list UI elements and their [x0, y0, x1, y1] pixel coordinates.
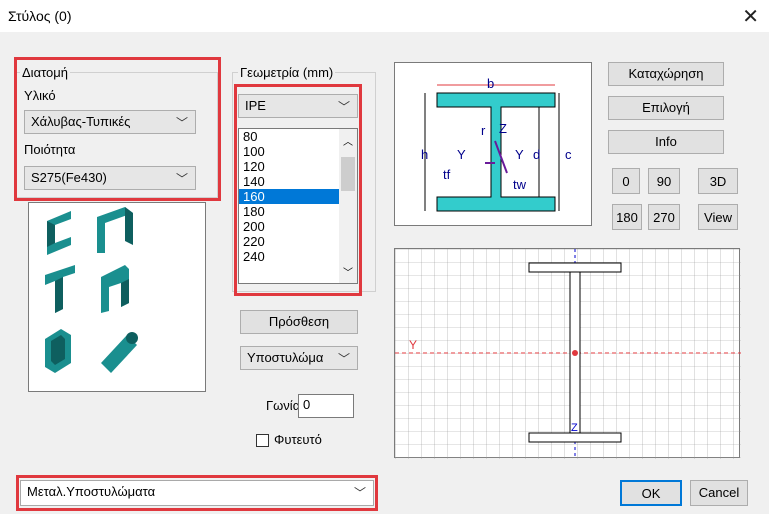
view-3d-button[interactable]: 3D: [698, 168, 738, 194]
info-button[interactable]: Info: [608, 130, 724, 154]
dim-b: b: [487, 76, 494, 91]
axis-y-left: Y: [457, 147, 466, 162]
chevron-down-icon: ﹀: [337, 352, 350, 366]
geometry-group-title: Γεωμετρία (mm): [238, 65, 336, 80]
angle-label: Γωνία: [266, 398, 301, 413]
pipe-section-icon[interactable]: [101, 332, 138, 373]
planted-checkbox[interactable]: [256, 434, 269, 447]
type-select[interactable]: Υποστυλώμα ﹀: [240, 346, 358, 370]
preview-panel: Y Z: [394, 248, 741, 459]
shape-icons: [45, 207, 138, 373]
dim-d: d: [533, 147, 540, 162]
dim-tw: tw: [513, 177, 527, 192]
axis-z-upper: Z: [499, 121, 507, 136]
add-button[interactable]: Πρόσθεση: [240, 310, 358, 334]
select-button[interactable]: Επιλογή: [608, 96, 724, 120]
i-beam-diagram: b h r tf tw d c Z Y Y: [421, 76, 572, 212]
register-button[interactable]: Καταχώρηση: [608, 62, 724, 86]
preview-axis-z: Z: [571, 422, 578, 434]
axis-y-right: Y: [515, 147, 524, 162]
channel-section-icon[interactable]: [101, 265, 129, 313]
dim-tf: tf: [443, 167, 451, 182]
section-highlight: [14, 57, 221, 201]
type-value: Υποστυλώμα: [247, 350, 324, 365]
angle-section-icon[interactable]: [97, 207, 133, 253]
planted-label: Φυτευτό: [274, 432, 322, 447]
section-diagram: b h r tf tw d c Z Y Y: [394, 62, 592, 226]
view-0-button[interactable]: 0: [612, 168, 640, 194]
t-section-icon[interactable]: [45, 265, 75, 313]
shape-picker: [28, 202, 206, 392]
dialog-window: Στύλος (0) ✕ Διατομή Υλικό Χάλυβας-Τυπικ…: [0, 0, 769, 514]
preview-axis-y: Y: [409, 338, 417, 352]
dim-r: r: [481, 123, 486, 138]
close-icon[interactable]: ✕: [742, 4, 759, 29]
view-180-button[interactable]: 180: [612, 204, 642, 230]
dim-c: c: [565, 147, 572, 162]
cancel-button[interactable]: Cancel: [690, 480, 748, 506]
title-bar: Στύλος (0) ✕: [0, 0, 769, 32]
view-button[interactable]: View: [698, 204, 738, 230]
ok-button[interactable]: OK: [620, 480, 682, 506]
view-90-button[interactable]: 90: [648, 168, 680, 194]
dim-h: h: [421, 147, 428, 162]
window-title: Στύλος (0): [8, 8, 72, 24]
preview-grid: Y Z: [395, 249, 741, 459]
box-section-icon[interactable]: [45, 329, 71, 373]
category-highlight: [16, 475, 378, 511]
angle-input[interactable]: 0: [298, 394, 354, 418]
z-section-icon[interactable]: [47, 211, 71, 255]
view-270-button[interactable]: 270: [648, 204, 680, 230]
geometry-highlight: [234, 84, 362, 296]
